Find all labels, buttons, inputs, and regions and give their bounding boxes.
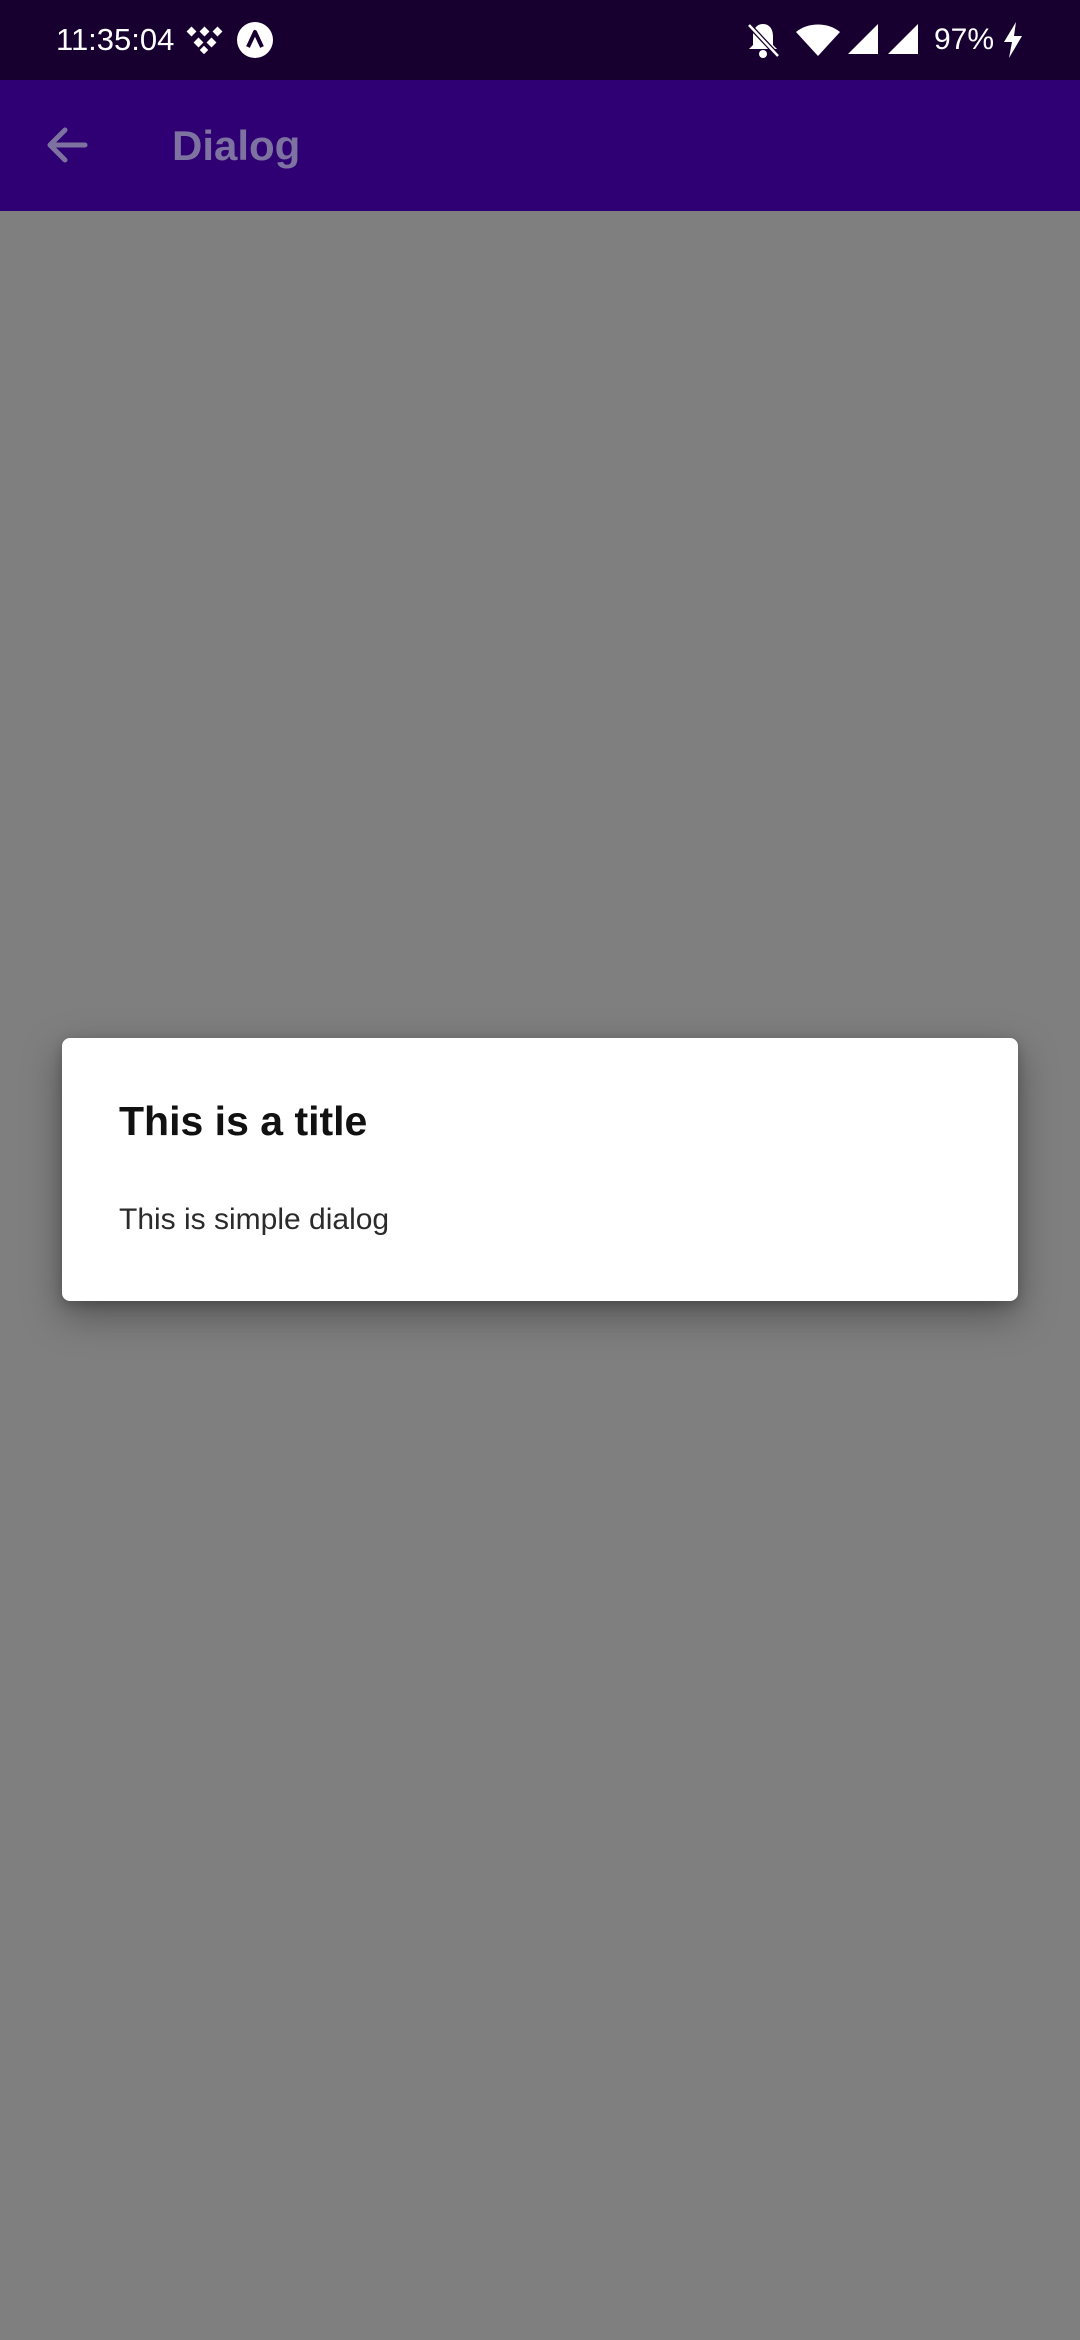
bell-muted-icon xyxy=(747,23,780,58)
status-time: 11:35:04 xyxy=(56,22,175,57)
dots-grid-icon xyxy=(186,26,223,54)
dialog-title: This is a title xyxy=(119,1098,368,1144)
page-title: Dialog xyxy=(172,122,301,169)
status-bar: 11:35:04 97% xyxy=(0,0,1080,80)
signal-icon xyxy=(888,24,918,54)
arrow-left-icon xyxy=(47,127,88,163)
wifi-icon xyxy=(796,24,840,56)
signal-icon xyxy=(848,24,878,54)
charging-bolt-icon xyxy=(1004,22,1022,58)
app-bar: Dialog xyxy=(0,80,1080,211)
app-circle-icon xyxy=(237,22,273,58)
simple-dialog: This is a title This is simple dialog xyxy=(62,1038,1018,1301)
dialog-message: This is simple dialog xyxy=(119,1203,390,1236)
battery-percent: 97% xyxy=(934,23,995,56)
back-button[interactable] xyxy=(36,114,98,176)
